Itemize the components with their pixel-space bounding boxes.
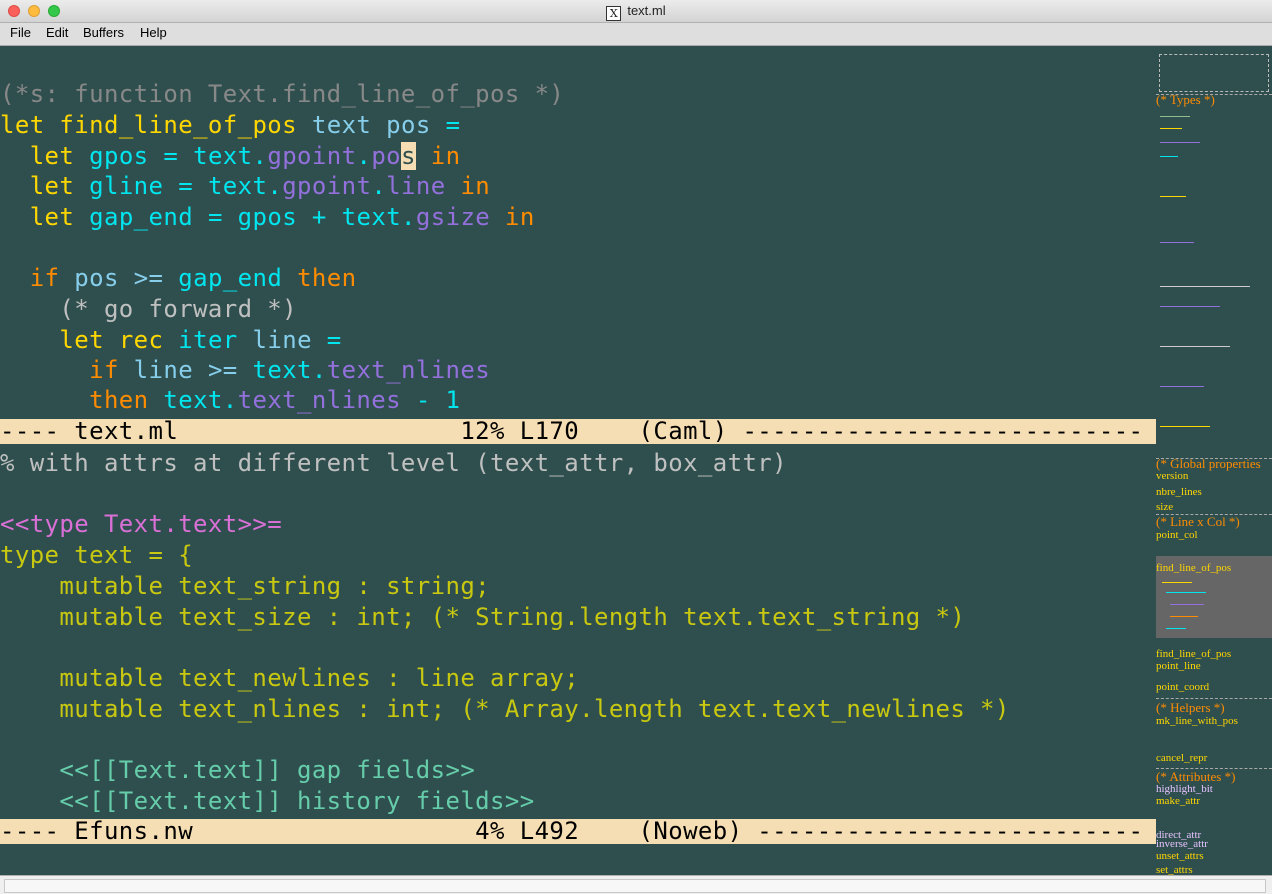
code-line: mutable text_newlines : line array; <box>0 664 580 692</box>
minimap-code-line <box>1160 286 1250 287</box>
minimap-code-line <box>1160 242 1194 243</box>
minimap-code-line <box>1160 386 1204 387</box>
minimap-section[interactable]: (* Attributes *) <box>1156 770 1235 783</box>
minimap-item[interactable]: make_attr <box>1156 795 1200 807</box>
menu-help[interactable]: Help <box>140 25 167 40</box>
code-line: if line >= text.text_nlines <box>89 356 491 384</box>
code-line: <<[[Text.text]] history fields>> <box>0 787 535 815</box>
minimap-item[interactable]: find_line_of_pos <box>1156 562 1231 574</box>
minimap-item[interactable]: point_coord <box>1156 681 1209 693</box>
menu-edit[interactable]: Edit <box>46 25 68 40</box>
code-line: <<[[Text.text]] gap fields>> <box>0 756 476 784</box>
minimap-item[interactable]: inverse_attr <box>1156 838 1208 850</box>
minimap-code-line <box>1166 628 1186 629</box>
minimap-code-line <box>1160 306 1220 307</box>
minimap-section[interactable]: (* Global properties <box>1156 457 1261 470</box>
code-line: let rec iter line = <box>59 326 342 354</box>
minimap-code-line <box>1160 116 1190 117</box>
title-bar: Xtext.ml <box>0 0 1272 23</box>
minimap-code-line <box>1162 582 1192 583</box>
minimap-item[interactable]: cancel_repr <box>1156 752 1207 764</box>
minimap-item[interactable]: size <box>1156 501 1173 513</box>
editor-area[interactable]: (*s: function Text.find_line_of_pos *) l… <box>0 46 1156 875</box>
window-title: text.ml <box>627 3 666 18</box>
minimap-item[interactable]: point_line <box>1156 660 1201 672</box>
menu-bar: File Edit Buffers Help <box>0 23 1272 46</box>
code-line: mutable text_nlines : int; (* Array.leng… <box>0 695 1010 723</box>
code-line: (* go forward *) <box>59 295 297 323</box>
menu-buffers[interactable]: Buffers <box>83 25 124 40</box>
code-line: mutable text_size : int; (* String.lengt… <box>0 603 966 631</box>
minimap-code-line <box>1166 592 1206 593</box>
minimap-code-line <box>1160 196 1186 197</box>
code-line: let gline = text.gpoint.line in <box>29 172 491 200</box>
minimap[interactable]: (* Types *) (* Global properties version… <box>1156 46 1272 875</box>
modeline-upper[interactable]: ---- text.ml 12% L170 (Caml) -----------… <box>0 419 1156 444</box>
minimap-code-line <box>1170 604 1204 605</box>
modeline-lower[interactable]: ---- Efuns.nw 4% L492 (Noweb) ----------… <box>0 819 1156 844</box>
code-line: % with attrs at different level (text_at… <box>0 449 788 477</box>
menu-file[interactable]: File <box>10 25 31 40</box>
minimap-divider <box>1156 698 1272 699</box>
minimap-code-line <box>1160 346 1230 347</box>
code-line: let find_line_of_pos text pos = <box>0 111 461 139</box>
minimap-item[interactable]: point_col <box>1156 529 1198 541</box>
code-line: if pos >= gap_end then <box>29 264 357 292</box>
minibuffer <box>0 875 1272 894</box>
code-line: mutable text_string : string; <box>0 572 491 600</box>
code-line: <<type Text.text>>= <box>0 510 283 538</box>
minimap-item[interactable]: mk_line_with_pos <box>1156 715 1238 727</box>
minimap-code-line <box>1160 156 1178 157</box>
minimap-item[interactable]: find_line_of_pos <box>1156 648 1231 660</box>
code-line: (*s: function Text.find_line_of_pos *) <box>0 80 565 108</box>
x11-app-icon: X <box>606 6 622 21</box>
minimap-code-line <box>1170 616 1198 617</box>
emacs-window: Xtext.ml File Edit Buffers Help (*s: fun… <box>0 0 1272 894</box>
minimap-item[interactable]: version <box>1156 470 1188 482</box>
code-line: type text = { <box>0 541 194 569</box>
minibuffer-input[interactable] <box>4 879 1266 893</box>
window-title-group: Xtext.ml <box>0 3 1272 21</box>
code-line: let gap_end = gpos + text.gsize in <box>29 203 535 231</box>
minimap-header-box <box>1159 54 1269 92</box>
text-cursor: s <box>401 142 416 170</box>
minimap-section[interactable]: (* Helpers *) <box>1156 701 1225 714</box>
minimap-item[interactable]: nbre_lines <box>1156 486 1202 498</box>
code-line: then text.text_nlines - 1 <box>89 386 461 414</box>
minimap-code-line <box>1160 142 1200 143</box>
minimap-item[interactable]: unset_attrs <box>1156 850 1204 862</box>
code-line: let gpos = text.gpoint.pos in <box>29 142 461 170</box>
minimap-section[interactable]: (* Types *) <box>1156 93 1215 106</box>
minimap-section[interactable]: (* Line x Col *) <box>1156 515 1240 528</box>
minimap-item[interactable]: set_attrs <box>1156 864 1193 875</box>
minimap-code-line <box>1160 426 1210 427</box>
minimap-item[interactable]: highlight_bit <box>1156 783 1213 795</box>
minimap-code-line <box>1160 128 1182 129</box>
